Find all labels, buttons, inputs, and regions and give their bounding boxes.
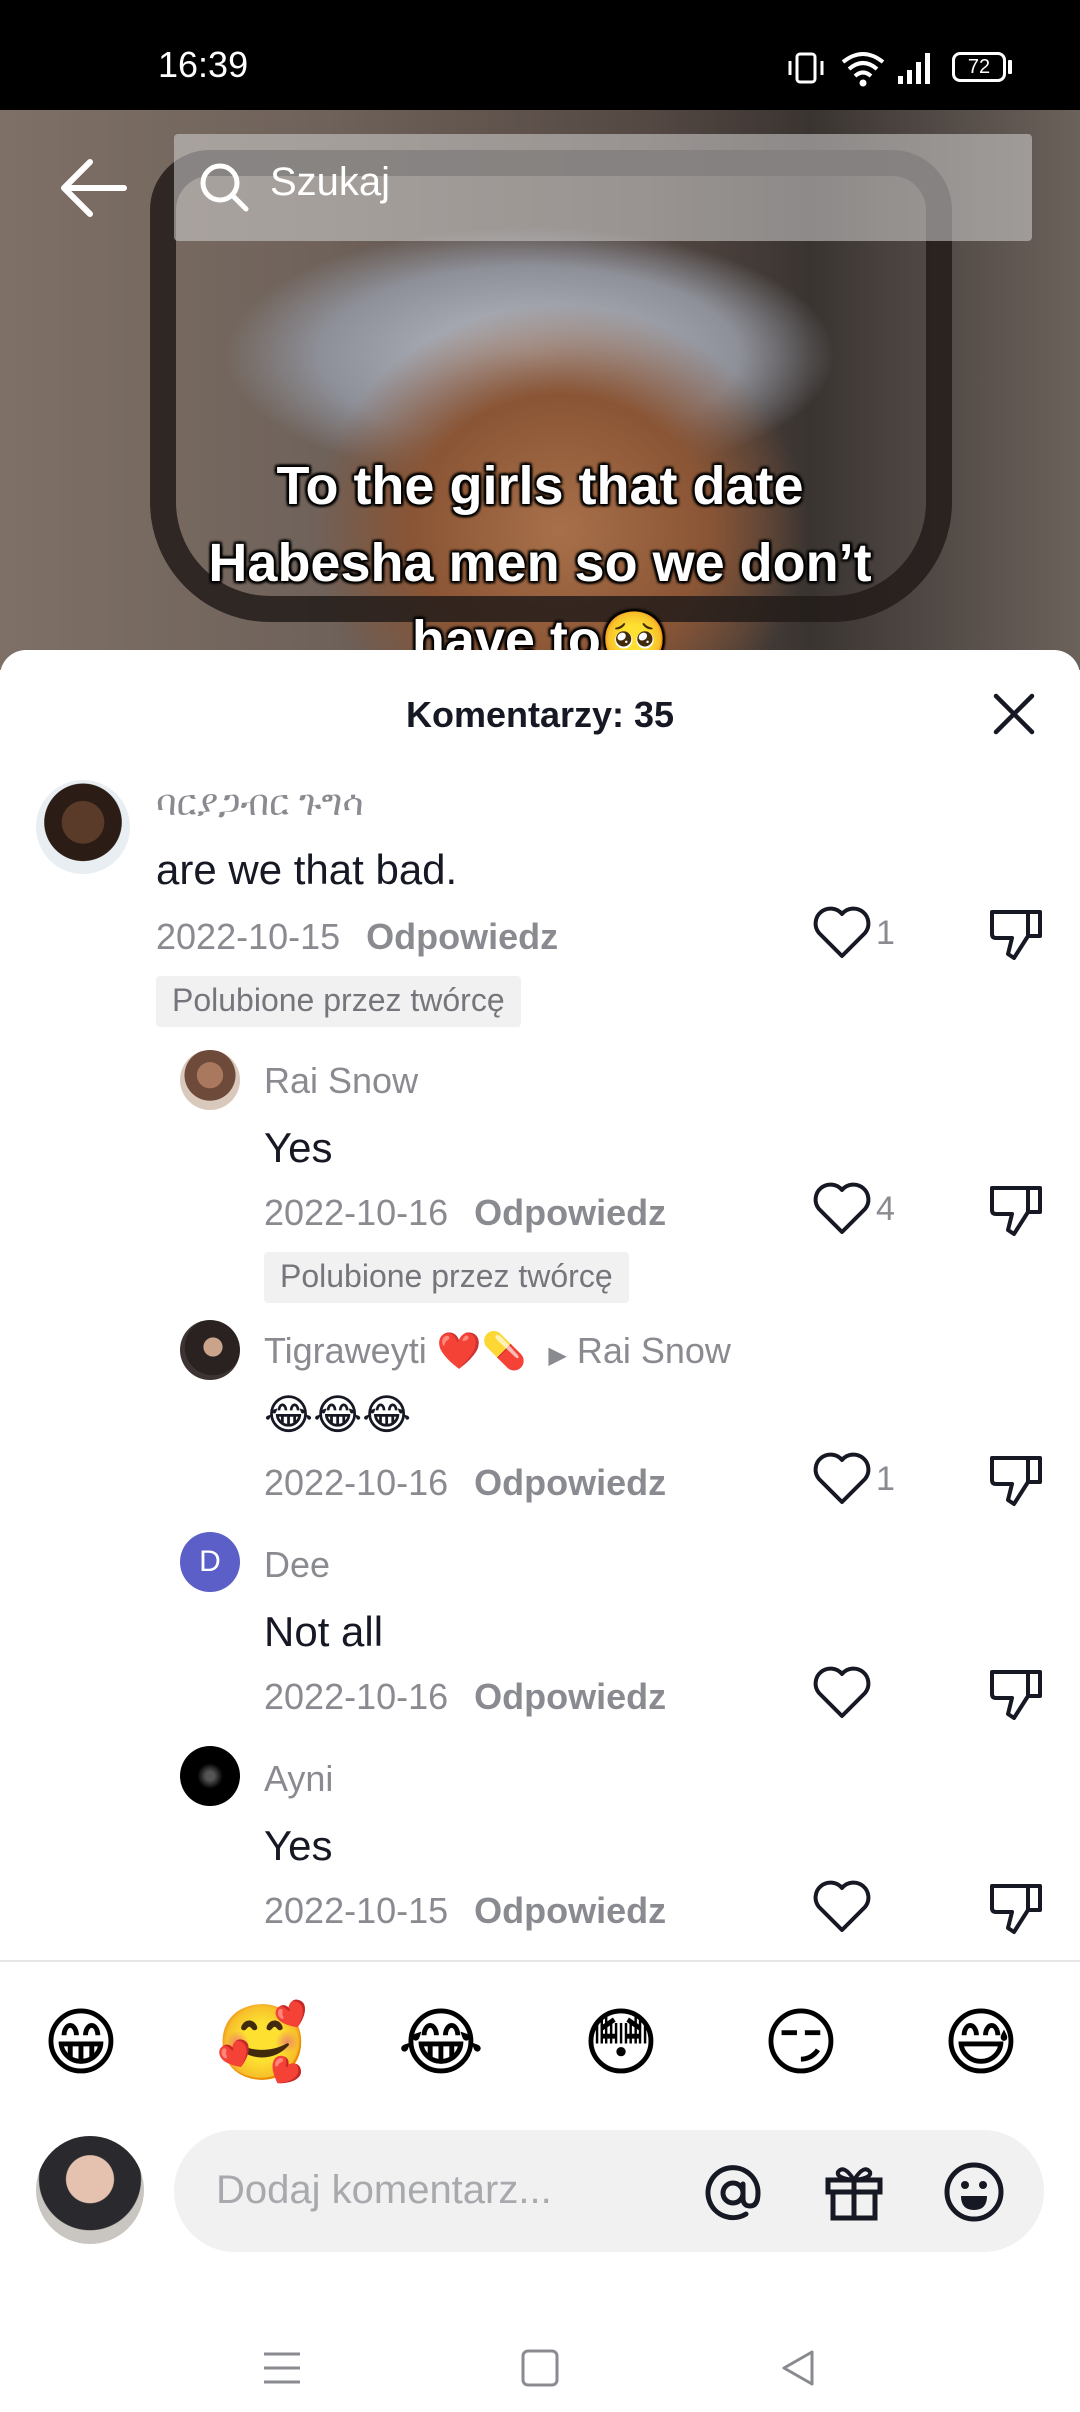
heart-icon[interactable] (812, 904, 872, 960)
avatar[interactable]: D (180, 1532, 240, 1592)
comment-meta: 2022-10-15 Odpowiedz (156, 916, 558, 958)
comment-date: 2022-10-16 (264, 1462, 449, 1503)
quick-emoji-sweat-smile[interactable]: 😅 (936, 1998, 1026, 2088)
status-bar: 16:39 72 (0, 0, 1080, 110)
avatar[interactable] (36, 780, 130, 874)
back-icon[interactable] (778, 2348, 818, 2388)
comment-date: 2022-10-15 (264, 1890, 449, 1931)
back-arrow-icon[interactable] (60, 158, 130, 218)
battery-icon: 72 (952, 52, 1006, 82)
video-caption: To the girls that date Habesha men so we… (120, 448, 960, 670)
heart-icon[interactable] (812, 1450, 872, 1506)
heart-icon[interactable] (812, 1180, 872, 1236)
comment-text: 😂😂😂 (264, 1390, 412, 1439)
creator-liked-badge: Polubione przez twórcę (156, 976, 521, 1027)
quick-emoji-flushed[interactable]: 😳 (576, 1998, 666, 2088)
home-icon[interactable] (520, 2348, 560, 2388)
battery-level: 72 (967, 56, 991, 78)
reply-button[interactable]: Odpowiedz (474, 1890, 666, 1931)
comment-meta: 2022-10-16 Odpowiedz (264, 1462, 666, 1504)
quick-emoji-joy[interactable]: 😂 (396, 1998, 486, 2088)
like-count: 4 (876, 1190, 895, 1228)
comment-text: are we that bad. (156, 846, 458, 893)
comment-text: Not all (264, 1608, 384, 1655)
comment-author-line: Tigraweyti ❤️💊 ▶ Rai Snow (264, 1330, 731, 1372)
comments-count-title: Komentarzy: 35 (405, 694, 675, 735)
comment-author[interactable]: Ayni (264, 1758, 333, 1800)
comment-author[interactable]: Tigraweyti ❤️💊 (264, 1330, 526, 1371)
comment-input-placeholder: Dodaj komentarz... (216, 2168, 552, 2212)
creator-liked-badge: Polubione przez twórcę (264, 1252, 629, 1303)
caption-line: To the girls that date (276, 456, 804, 516)
search-input[interactable]: Szukaj (174, 134, 1032, 241)
dislike-icon[interactable] (988, 1666, 1044, 1722)
reply-arrow-icon: ▶ (548, 1342, 567, 1369)
heart-icon[interactable] (812, 1878, 872, 1934)
quick-emoji-smirk[interactable]: 😏 (756, 1998, 846, 2088)
avatar[interactable] (180, 1050, 240, 1110)
close-icon[interactable] (990, 690, 1038, 738)
comment-author[interactable]: Rai Snow (264, 1060, 418, 1102)
reply-button[interactable]: Odpowiedz (474, 1462, 666, 1503)
comment-text: Yes (264, 1124, 333, 1171)
search-icon (200, 163, 249, 212)
reply-button[interactable]: Odpowiedz (474, 1676, 666, 1717)
search-placeholder: Szukaj (270, 160, 391, 204)
heart-icon[interactable] (812, 1664, 872, 1720)
avatar[interactable] (180, 1320, 240, 1380)
dislike-icon[interactable] (988, 1880, 1044, 1936)
dislike-icon[interactable] (988, 1452, 1044, 1508)
comment-meta: 2022-10-16 Odpowiedz (264, 1676, 666, 1718)
like-count: 1 (876, 1460, 895, 1498)
reply-button[interactable]: Odpowiedz (474, 1192, 666, 1233)
comment-date: 2022-10-16 (264, 1676, 449, 1717)
composer-divider (0, 1960, 1080, 1962)
comment-meta: 2022-10-16 Odpowiedz (264, 1192, 666, 1234)
comment-date: 2022-10-15 (156, 916, 341, 957)
dislike-icon[interactable] (988, 1182, 1044, 1238)
reply-button[interactable]: Odpowiedz (366, 916, 558, 957)
system-nav-bar (0, 2300, 1080, 2412)
reply-to-author[interactable]: Rai Snow (577, 1330, 731, 1371)
wifi-icon (841, 52, 885, 87)
caption-line: Habesha men so we don’t (208, 533, 872, 593)
avatar[interactable] (180, 1746, 240, 1806)
comment-author[interactable]: ባርያጋብር ጉግሳ (156, 782, 364, 825)
dislike-icon[interactable] (988, 906, 1044, 962)
like-count: 1 (876, 914, 895, 952)
mention-icon[interactable] (702, 2162, 764, 2224)
comment-text: Yes (264, 1822, 333, 1869)
battery-tip (1008, 60, 1012, 74)
comment-meta: 2022-10-15 Odpowiedz (264, 1890, 666, 1932)
my-avatar[interactable] (36, 2136, 144, 2244)
status-time: 16:39 (158, 44, 249, 85)
signal-icon (898, 53, 930, 84)
comment-author[interactable]: Dee (264, 1544, 330, 1586)
quick-emoji-hearts[interactable]: 🥰 (216, 1998, 308, 2088)
menu-icon[interactable] (262, 2350, 302, 2386)
vibrate-icon (788, 52, 824, 84)
comment-input[interactable]: Dodaj komentarz... (174, 2130, 1044, 2252)
emoji-picker-icon[interactable] (942, 2160, 1006, 2224)
quick-emoji-grin[interactable]: 😁 (36, 1998, 126, 2088)
gift-icon[interactable] (822, 2160, 886, 2224)
comment-date: 2022-10-16 (264, 1192, 449, 1233)
